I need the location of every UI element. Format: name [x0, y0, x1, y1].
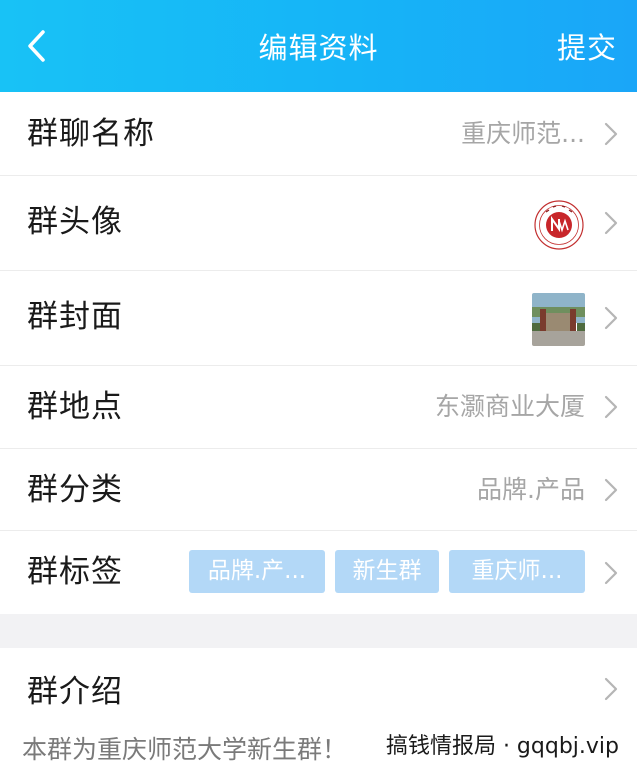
row-label: 群头像 [27, 204, 123, 240]
watermark-text: 搞钱情报局 · gqqbj.vip [377, 732, 619, 762]
edit-profile-screen: 编辑资料 提交 群聊名称 重庆师范... 群头像 群封面 群地点 东灏商业大厦 … [0, 0, 637, 764]
row-label: 群分类 [27, 472, 123, 508]
tag-chip[interactable]: 品牌.产... [189, 550, 325, 593]
tag-chip[interactable]: 新生群 [335, 550, 439, 593]
group-name-value: 重庆师范... [461, 119, 585, 148]
group-intro-text: 本群为重庆师范大学新生群！ [22, 735, 348, 764]
chevron-right-icon [604, 478, 618, 502]
group-location-value: 东灏商业大厦 [434, 392, 585, 421]
header-bar: 编辑资料 提交 [0, 0, 637, 92]
group-category-value: 品牌.产品 [477, 475, 585, 504]
section-separator [0, 614, 637, 648]
row-group-cover[interactable]: 群封面 [0, 271, 637, 366]
row-label: 群标签 [27, 554, 123, 590]
row-group-location[interactable]: 群地点 东灏商业大厦 [0, 366, 637, 449]
submit-button[interactable]: 提交 [557, 30, 617, 66]
row-label: 群介绍 [27, 674, 123, 710]
group-cover-image [532, 293, 585, 346]
chevron-right-icon [604, 395, 618, 419]
row-group-avatar[interactable]: 群头像 [0, 176, 637, 271]
group-avatar-image [534, 200, 584, 250]
chevron-right-icon [604, 122, 618, 146]
row-label: 群聊名称 [27, 116, 155, 152]
row-group-name[interactable]: 群聊名称 重庆师范... [0, 92, 637, 176]
row-label: 群地点 [27, 389, 123, 425]
row-label: 群封面 [27, 299, 123, 335]
tag-chip[interactable]: 重庆师... [449, 550, 585, 593]
chevron-right-icon [604, 306, 618, 330]
row-group-tags[interactable]: 群标签 品牌.产... 新生群 重庆师... [0, 531, 637, 614]
chevron-right-icon [604, 211, 618, 235]
row-group-category[interactable]: 群分类 品牌.产品 [0, 449, 637, 531]
chevron-right-icon [604, 561, 618, 585]
page-title: 编辑资料 [258, 31, 379, 65]
chevron-right-icon [604, 677, 618, 701]
